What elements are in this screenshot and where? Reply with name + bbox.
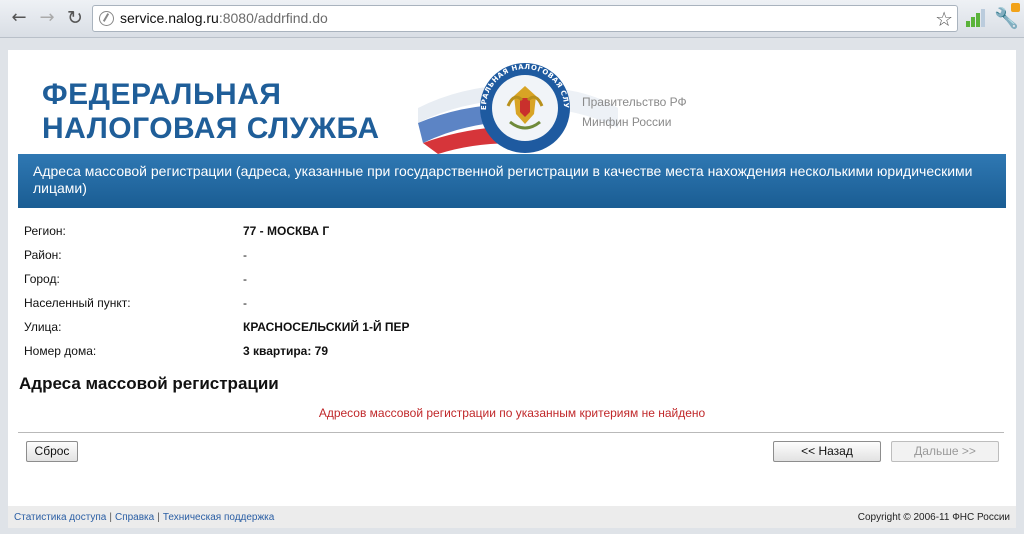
field-label: Номер дома: [24,344,97,358]
browser-toolbar: ← → ↻ service.nalog.ru:8080/addrfind.do … [0,0,1024,38]
page-info-icon[interactable] [99,11,114,26]
page-content: ФЕДЕРАЛЬНАЯ НАЛОГОВАЯ СЛУЖБА ФЕДЕРАЛЬНАЯ… [8,50,1016,528]
update-badge-icon [1011,3,1020,12]
site-header: ФЕДЕРАЛЬНАЯ НАЛОГОВАЯ СЛУЖБА ФЕДЕРАЛЬНАЯ… [8,50,1016,154]
field-label: Район: [24,248,62,262]
field-street: Улица: КРАСНОСЕЛЬСКИЙ 1-Й ПЕР [24,316,1004,340]
field-label: Улица: [24,320,62,334]
field-city: Город: - [24,268,1004,292]
field-value: 77 - МОСКВА Г [243,224,330,238]
field-house-number: Номер дома: 3 квартира: 79 [24,340,1004,364]
results-title: Адреса массовой регистрации [19,374,279,393]
signal-bars-icon[interactable] [966,9,985,27]
back-arrow-icon[interactable]: ← [8,7,30,29]
back-button[interactable]: << Назад [773,441,881,462]
footer-link-stats[interactable]: Статистика доступа [14,512,106,523]
address-bar[interactable]: service.nalog.ru:8080/addrfind.do ☆ [92,5,958,32]
bookmark-star-icon[interactable]: ☆ [935,7,953,31]
gov-link-government[interactable]: Правительство РФ [582,92,687,112]
reset-button[interactable]: Сброс [26,441,78,462]
footer-separator: | [109,512,112,523]
site-title[interactable]: ФЕДЕРАЛЬНАЯ НАЛОГОВАЯ СЛУЖБА [42,78,380,146]
field-value: - [243,296,247,310]
footer-link-help[interactable]: Справка [115,512,154,523]
copyright: Copyright © 2006-11 ФНС России [857,512,1010,523]
field-region: Регион: 77 - МОСКВА Г [24,220,1004,244]
field-locality: Населенный пункт: - [24,292,1004,316]
page-banner: Адреса массовой регистрации (адреса, ука… [18,154,1006,208]
field-label: Регион: [24,224,66,238]
field-value: 3 квартира: 79 [243,344,329,358]
field-label: Населенный пункт: [24,296,131,310]
divider [18,432,1004,433]
footer-links: Статистика доступа | Справка | Техническая п… [14,512,274,523]
site-footer: Статистика доступа | Справка | Техническая п… [8,506,1016,528]
not-found-message: Адресов массовой регистрации по указанны… [318,406,706,420]
url-text[interactable]: service.nalog.ru:8080/addrfind.do [120,10,328,26]
field-value: КРАСНОСЕЛЬСКИЙ 1-Й ПЕР [243,320,410,334]
fns-emblem-icon[interactable]: ФЕДЕРАЛЬНАЯ НАЛОГОВАЯ СЛУЖБА [470,62,580,154]
field-district: Район: - [24,244,1004,268]
field-value: - [243,272,247,286]
footer-link-support[interactable]: Техническая поддержка [163,512,275,523]
gov-links: Правительство РФ Минфин России [582,92,687,132]
next-button[interactable]: Дальше >> [891,441,999,462]
field-label: Город: [24,272,60,286]
footer-separator: | [157,512,160,523]
field-value: - [243,248,247,262]
reload-icon[interactable]: ↻ [64,7,86,29]
gov-link-minfin[interactable]: Минфин России [582,112,687,132]
forward-arrow-icon[interactable]: → [36,7,58,29]
